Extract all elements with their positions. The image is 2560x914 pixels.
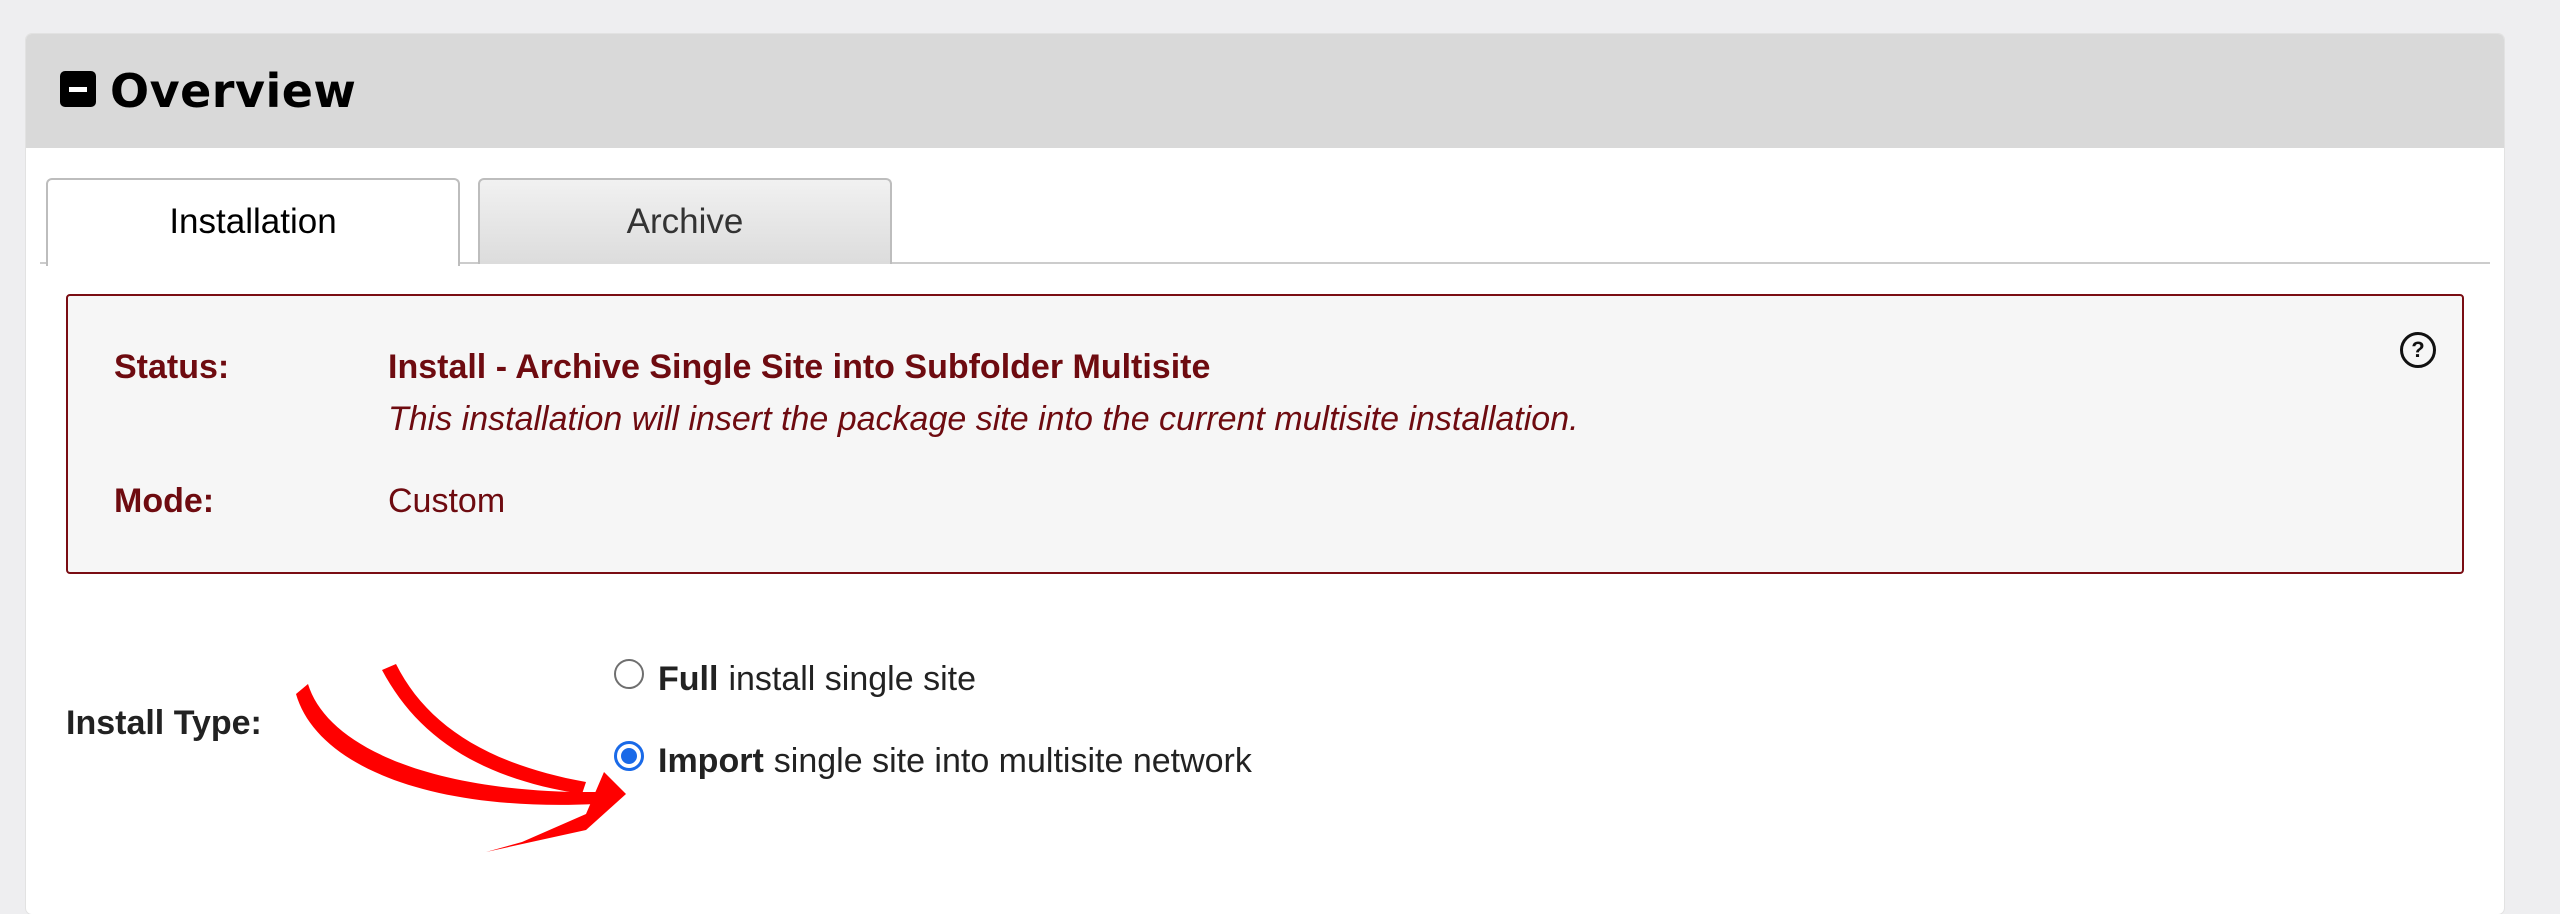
mode-value: Custom: [388, 482, 506, 520]
annotation-arrow-icon: [296, 664, 626, 852]
radio-full-install-bold: Full: [658, 660, 719, 698]
panel-title: Overview: [110, 64, 357, 118]
radio-import[interactable]: Import single site into multisite networ…: [614, 740, 1252, 781]
install-type-label: Install Type:: [66, 704, 262, 742]
help-icon[interactable]: ?: [2400, 332, 2436, 368]
status-description: This installation will insert the packag…: [388, 400, 1579, 438]
status-box: Status: Install - Archive Single Site in…: [66, 294, 2464, 574]
mode-label: Mode:: [114, 482, 215, 520]
radio-full-install-text: install single site: [728, 660, 976, 698]
radio-full-install[interactable]: Full install single site: [614, 658, 976, 699]
tab-installation[interactable]: Installation: [46, 178, 460, 266]
tab-archive[interactable]: Archive: [478, 178, 892, 264]
collapse-icon[interactable]: [60, 71, 96, 107]
radio-import-bold: Import: [658, 742, 764, 780]
status-value: Install - Archive Single Site into Subfo…: [388, 348, 1211, 386]
overview-panel: Overview Installation Archive Status: In…: [26, 34, 2504, 914]
panel-header[interactable]: Overview: [26, 34, 2504, 148]
status-label: Status:: [114, 348, 230, 386]
radio-import-text: single site into multisite network: [773, 742, 1252, 780]
